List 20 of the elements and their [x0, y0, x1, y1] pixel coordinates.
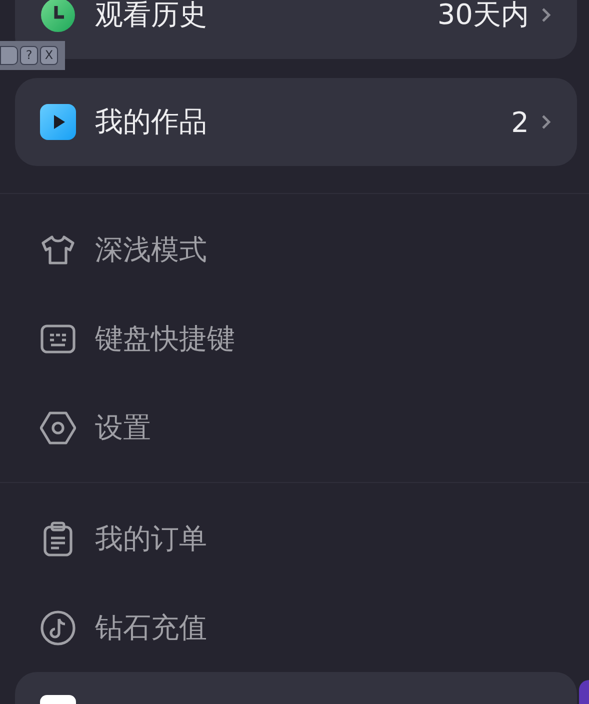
card-label: 观看历史: [95, 0, 208, 33]
music-note-icon: [40, 610, 76, 646]
menu-item[interactable]: 钻石充值: [0, 583, 589, 672]
circle-button[interactable]: [579, 680, 589, 704]
menu-card[interactable]: 我的作品 2: [15, 78, 577, 166]
menu-item[interactable]: 我的订单: [0, 494, 589, 583]
chevron-icon: [541, 114, 551, 130]
clock-icon: [40, 0, 76, 33]
chevron-icon: [541, 7, 551, 23]
menu-item[interactable]: 深浅模式: [0, 205, 589, 294]
toolbar-button[interactable]: ?: [20, 46, 38, 65]
play-icon: [40, 104, 76, 140]
toolbar-button[interactable]: [0, 46, 18, 65]
hexagon-icon: [40, 410, 76, 446]
toolbar-button[interactable]: X: [40, 46, 58, 65]
menu-item[interactable]: 键盘快捷键: [0, 294, 589, 383]
card-value: 30天内: [437, 0, 529, 33]
menu-item[interactable]: 设置: [0, 383, 589, 472]
card-label: 我的作品: [95, 104, 208, 140]
card-value: 2: [511, 106, 529, 138]
